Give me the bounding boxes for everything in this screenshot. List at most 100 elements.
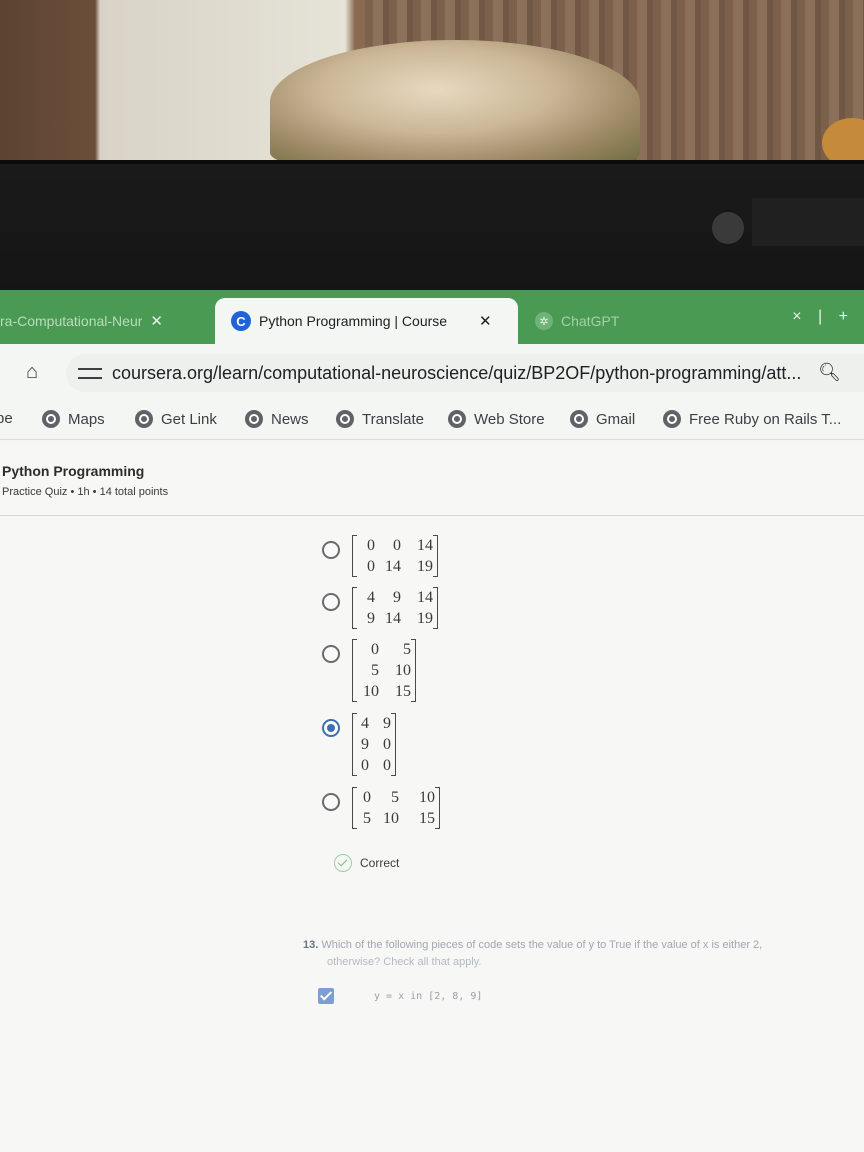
matrix-cell: 0 [393,537,401,554]
bookmark-label: Translate [362,410,424,428]
answer-option-3[interactable]: 0 5 5 10 10 15 [322,639,416,702]
matrix-cell: 19 [417,610,433,627]
bookmark-maps[interactable]: Maps [42,410,105,428]
question-number: 13. [303,939,319,951]
tab-title: ChatGPT [561,313,620,329]
matrix-cell: 10 [419,789,435,806]
matrix-cell: 14 [417,589,433,606]
radio-button[interactable] [322,593,340,611]
tab-title: ra-Computational-Neur [0,313,143,329]
bookmark-get-link[interactable]: Get Link [135,410,217,428]
bookmark-item[interactable]: be [0,410,13,427]
matrix: 0 5 10 5 10 15 [352,787,440,829]
window-controls[interactable]: × | + [792,308,854,326]
matrix-cell: 0 [367,537,375,554]
matrix-cell: 9 [383,715,391,732]
radio-button[interactable] [322,645,340,663]
answer-option-5[interactable]: 0 5 10 5 10 15 [322,787,440,829]
matrix-cell: 10 [395,662,411,679]
answer-option-2[interactable]: 4 9 14 9 14 19 [322,587,438,629]
matrix-cell: 5 [391,789,399,806]
matrix-cell: 14 [417,537,433,554]
bookmark-free-ruby[interactable]: Free Ruby on Rails T... [663,410,841,428]
question-instructions: otherwise? Check all that apply. [327,956,482,968]
tab-python-programming[interactable]: C Python Programming | Course ✕ [215,298,518,344]
globe-icon [42,410,60,428]
globe-icon [245,410,263,428]
tab-chatgpt[interactable]: ✲ ChatGPT [535,298,795,344]
globe-icon [570,410,588,428]
matrix: 0 0 14 0 14 19 [352,535,438,577]
radio-button[interactable] [322,793,340,811]
bookmark-label: Free Ruby on Rails T... [689,410,842,428]
matrix-cell: 0 [371,641,379,658]
matrix-cell: 0 [367,558,375,575]
bookmarks-bar: be Maps Get Link News Translate Web Stor… [0,400,864,440]
tab-strip: ra-Computational-Neur ✕ C Python Program… [0,290,864,344]
tab-computational-neuro[interactable]: ra-Computational-Neur ✕ [0,298,215,344]
home-icon[interactable]: ⌂ [20,360,44,384]
answer-option-1[interactable]: 0 0 14 0 14 19 [322,535,438,577]
bookmark-label: Gmail [596,410,636,428]
matrix-cell: 5 [403,641,411,658]
bookmark-translate[interactable]: Translate [336,410,424,428]
bookmark-label: News [271,410,309,428]
tab-title: Python Programming | Course [259,313,448,329]
question-13: 13. Which of the following pieces of cod… [303,936,864,955]
tune-icon[interactable] [78,365,102,383]
bookmark-label: Web Store [474,410,545,428]
answer-checkbox-row[interactable]: y = x in [2, 8, 9] [318,988,482,1004]
quiz-page: Python Programming Practice Quiz • 1h • … [0,441,864,1152]
matrix: 4 9 14 9 14 19 [352,587,438,629]
close-icon[interactable]: ✕ [479,312,492,330]
matrix-cell: 0 [383,757,391,774]
globe-icon [135,410,153,428]
browser-window: ra-Computational-Neur ✕ C Python Program… [0,290,864,1152]
bookmark-news[interactable]: News [245,410,309,428]
address-bar[interactable]: coursera.org/learn/computational-neurosc… [66,354,864,392]
radio-button-selected[interactable] [322,719,340,737]
matrix-cell: 9 [367,610,375,627]
matrix-cell: 5 [363,810,371,827]
question-text: Which of the following pieces of code se… [321,939,763,951]
chatgpt-favicon-icon: ✲ [535,312,553,330]
matrix-cell: 14 [385,610,401,627]
answer-option-4[interactable]: 49 90 00 [322,713,396,776]
matrix-cell: 0 [361,757,369,774]
matrix-cell: 0 [363,789,371,806]
quiz-meta: Practice Quiz • 1h • 14 total points [2,486,169,498]
matrix-cell: 9 [361,736,369,753]
checkbox-checked[interactable] [318,988,334,1004]
matrix-cell: 5 [371,662,379,679]
bookmark-label: Maps [68,410,105,428]
browser-toolbar: ⌂ coursera.org/learn/computational-neuro… [0,344,864,400]
webcam [712,212,744,244]
search-icon[interactable]: 🔍︎ [818,362,841,383]
sensor-panel [752,198,864,246]
matrix-cell: 4 [367,589,375,606]
background-photo [0,0,864,168]
matrix: 49 90 00 [352,713,396,776]
matrix-cell: 0 [383,736,391,753]
bookmark-label: be [0,410,13,427]
matrix-cell: 19 [417,558,433,575]
feedback-correct: Correct [334,854,399,872]
radio-button[interactable] [322,541,340,559]
matrix-cell: 14 [385,558,401,575]
matrix-cell: 10 [363,683,379,700]
close-icon[interactable]: ✕ [150,312,163,330]
bookmark-gmail[interactable]: Gmail [570,410,635,428]
laptop-bezel [0,160,864,292]
matrix-cell: 9 [393,589,401,606]
cloth-pile [270,40,640,165]
globe-icon [663,410,681,428]
bookmark-web-store[interactable]: Web Store [448,410,545,428]
feedback-text: Correct [360,856,400,870]
quiz-title: Python Programming [2,463,145,479]
quiz-header: Python Programming Practice Quiz • 1h • … [0,441,864,516]
matrix-cell: 4 [361,715,369,732]
globe-icon [336,410,354,428]
matrix-cell: 10 [383,810,399,827]
matrix-cell: 15 [395,683,411,700]
answer-code: y = x in [2, 8, 9] [374,990,483,1002]
